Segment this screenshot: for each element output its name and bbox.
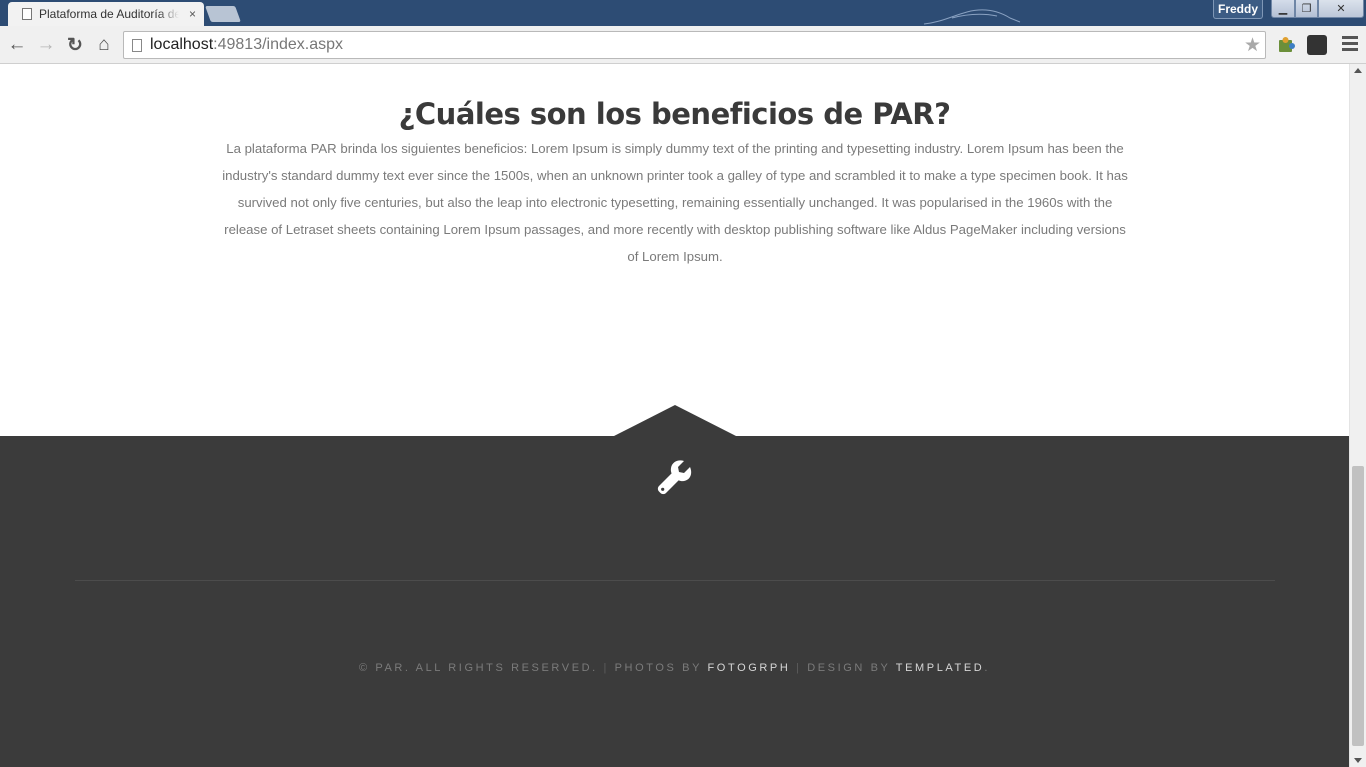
copyright-end: .	[984, 662, 991, 674]
minimize-button[interactable]: ▁	[1271, 0, 1295, 18]
vertical-scrollbar[interactable]	[1349, 64, 1366, 767]
maximize-button[interactable]: ❐	[1295, 0, 1318, 18]
benefits-body: La plataforma PAR brinda los siguientes …	[222, 141, 1128, 264]
close-window-button[interactable]: ✕	[1318, 0, 1364, 18]
wrench-icon	[657, 460, 692, 495]
footer-notch	[614, 405, 736, 436]
copyright-text: © PAR. ALL RIGHTS RESERVED.	[358, 662, 598, 674]
browser-toolbar: ← → ↻ ⌂ localhost:49813/index.aspx ★	[0, 26, 1366, 64]
url-path: :49813/index.aspx	[213, 36, 344, 53]
forward-arrow-icon[interactable]: →	[35, 34, 57, 56]
scroll-down-arrow-icon[interactable]	[1354, 758, 1362, 763]
copyright-line: © PAR. ALL RIGHTS RESERVED. | PHOTOS BY …	[0, 662, 1349, 674]
tab-close-icon[interactable]: ×	[189, 7, 196, 21]
photos-by-label: PHOTOS BY	[614, 662, 708, 674]
page-viewport: ¿Cuáles son los beneficios de PAR? La pl…	[0, 64, 1366, 767]
extension-icon[interactable]	[1307, 35, 1327, 55]
bookmark-star-icon[interactable]: ★	[1244, 34, 1261, 57]
separator: |	[597, 662, 615, 674]
browser-titlebar: Plataforma de Auditoría de × Freddy ▁ ❐ …	[0, 0, 1366, 26]
scroll-up-arrow-icon[interactable]	[1354, 68, 1362, 73]
design-by-label: DESIGN BY	[807, 662, 896, 674]
page-icon	[132, 38, 142, 52]
design-link[interactable]: TEMPLATED	[896, 662, 985, 674]
page-icon	[22, 8, 32, 20]
new-tab-button[interactable]	[205, 6, 241, 22]
tab-title: Plataforma de Auditoría de	[39, 7, 179, 21]
menu-icon[interactable]	[1342, 36, 1358, 52]
car-decoration-icon	[923, 9, 1021, 25]
separator: |	[790, 662, 808, 674]
extension-puzzle-icon[interactable]	[1276, 35, 1296, 55]
site-footer: © PAR. ALL RIGHTS RESERVED. | PHOTOS BY …	[0, 405, 1349, 767]
browser-tab-active[interactable]: Plataforma de Auditoría de ×	[8, 2, 204, 26]
footer-divider	[75, 580, 1275, 581]
scrollbar-thumb[interactable]	[1352, 466, 1364, 746]
home-icon[interactable]: ⌂	[93, 34, 115, 56]
url-text: localhost:49813/index.aspx	[150, 36, 343, 54]
back-arrow-icon[interactable]: ←	[6, 34, 28, 56]
address-bar[interactable]: localhost:49813/index.aspx ★	[123, 31, 1266, 59]
profile-button[interactable]: Freddy	[1213, 0, 1263, 19]
benefits-heading: ¿Cuáles son los beneficios de PAR?	[398, 97, 951, 131]
photos-link[interactable]: FOTOGRPH	[707, 662, 790, 674]
page-content: ¿Cuáles son los beneficios de PAR? La pl…	[0, 64, 1349, 767]
url-host: localhost	[150, 36, 214, 53]
reload-icon[interactable]: ↻	[64, 34, 86, 56]
